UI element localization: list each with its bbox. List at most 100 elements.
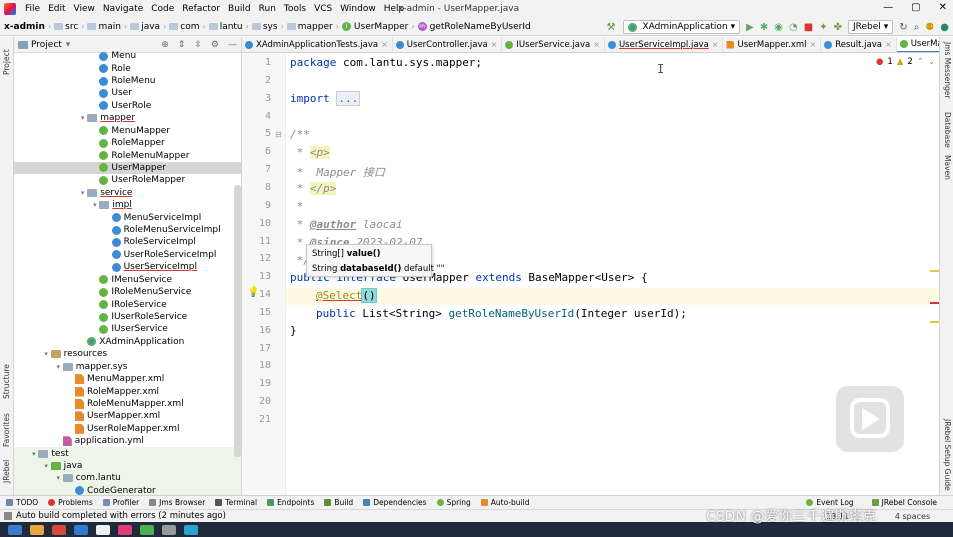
folded-imports[interactable]: ... bbox=[336, 91, 361, 106]
tree-item[interactable]: ▾ impl bbox=[14, 199, 241, 211]
project-tool-button[interactable]: Project bbox=[2, 49, 11, 75]
problems-tool-button[interactable]: Problems bbox=[48, 498, 93, 507]
terminal-tool-button[interactable]: Terminal bbox=[215, 498, 257, 507]
line-number[interactable]: 10 bbox=[241, 218, 271, 229]
jms-messenger-tool-button[interactable]: Jms Messenger bbox=[943, 42, 952, 99]
close-button[interactable]: ✕ bbox=[939, 2, 947, 13]
tree-item[interactable]: UserMapper bbox=[14, 161, 241, 175]
line-number[interactable]: 15 bbox=[241, 307, 271, 318]
editor-tab[interactable]: UserMapper.java× bbox=[896, 37, 939, 52]
video-play-overlay[interactable] bbox=[836, 386, 904, 452]
tree-item[interactable]: ▾ com.lantu bbox=[14, 472, 241, 485]
jrebel-console-tool-button[interactable]: JRebel Console bbox=[871, 498, 937, 507]
line-number[interactable]: 7 bbox=[241, 164, 271, 175]
breadcrumb-method[interactable]: getRoleNameByUserId bbox=[430, 22, 531, 32]
maven-tool-button[interactable]: Maven bbox=[943, 155, 952, 180]
close-tab-icon[interactable]: × bbox=[712, 40, 719, 49]
spring-tool-button[interactable]: Spring bbox=[436, 498, 471, 507]
structure-tool-button[interactable]: Structure bbox=[2, 364, 11, 399]
minimize-button[interactable]: — bbox=[883, 2, 893, 13]
jrebel-select[interactable]: JRebel ▾ bbox=[847, 20, 894, 34]
tree-item[interactable]: User bbox=[14, 87, 241, 99]
tree-item[interactable]: UserMapper.xml bbox=[14, 410, 241, 422]
menu-tools[interactable]: Tools bbox=[280, 4, 310, 14]
line-number[interactable]: 20 bbox=[241, 396, 271, 407]
line-number[interactable]: 13 bbox=[241, 271, 271, 282]
line-number[interactable]: 16 bbox=[241, 325, 271, 336]
tree-item[interactable]: Role bbox=[14, 62, 241, 74]
menu-run[interactable]: Run bbox=[255, 4, 280, 14]
tree-item[interactable]: UserRole bbox=[14, 100, 241, 112]
coverage-icon[interactable]: ◉ bbox=[774, 22, 783, 33]
maximize-button[interactable]: ▢ bbox=[911, 2, 920, 13]
auto-build-tool-button[interactable]: Auto-build bbox=[480, 498, 529, 507]
tree-item[interactable]: MenuMapper.xml bbox=[14, 373, 241, 385]
search-icon[interactable]: ⌕ bbox=[914, 22, 920, 33]
breadcrumb-mapper[interactable]: mapper bbox=[298, 22, 333, 32]
breadcrumb-main[interactable]: main bbox=[98, 22, 121, 32]
line-number[interactable]: 17 bbox=[241, 343, 271, 354]
menu-build[interactable]: Build bbox=[224, 4, 255, 14]
dependencies-tool-button[interactable]: Dependencies bbox=[363, 498, 427, 507]
chevron-down-icon[interactable]: ⌄ bbox=[928, 57, 935, 67]
menu-edit[interactable]: Edit bbox=[44, 4, 69, 14]
tree-item[interactable]: ▾ test bbox=[14, 447, 241, 460]
tree-item[interactable]: RoleServiceImpl bbox=[14, 236, 241, 248]
tree-item[interactable]: ▾ resources bbox=[14, 348, 241, 360]
tree-item[interactable]: ▾ mapper.sys bbox=[14, 361, 241, 373]
line-number[interactable]: 5 bbox=[241, 128, 271, 139]
menu-vcs[interactable]: VCS bbox=[310, 4, 336, 14]
jms-browser-tool-button[interactable]: Jms Browser bbox=[149, 498, 205, 507]
tree-item[interactable]: IRoleService bbox=[14, 298, 241, 310]
chevron-down-icon[interactable]: ▾ bbox=[90, 201, 99, 209]
tree-item[interactable]: MenuServiceImpl bbox=[14, 211, 241, 223]
tree-item[interactable]: MenuMapper bbox=[14, 125, 241, 137]
todo-tool-button[interactable]: TODO bbox=[6, 498, 38, 507]
tree-item[interactable]: RoleMapper.xml bbox=[14, 385, 241, 397]
tree-item[interactable]: RoleMapper bbox=[14, 137, 241, 149]
line-number[interactable]: 3 bbox=[241, 93, 271, 104]
tree-item[interactable]: UserServiceImpl bbox=[14, 261, 241, 273]
tree-item[interactable]: RoleMenuServiceImpl bbox=[14, 224, 241, 236]
tree-item[interactable]: UserRoleMapper.xml bbox=[14, 423, 241, 435]
tree-item[interactable]: IUserService bbox=[14, 323, 241, 335]
tree-item[interactable]: RoleMenuMapper bbox=[14, 149, 241, 161]
menu-view[interactable]: View bbox=[70, 4, 99, 14]
run-configuration-select[interactable]: XAdminApplication ▾ bbox=[622, 20, 741, 34]
hammer-icon[interactable]: ⚒ bbox=[607, 22, 617, 33]
tree-item[interactable]: CodeGenerator bbox=[14, 484, 241, 495]
line-number[interactable]: 18 bbox=[241, 360, 271, 371]
chat-icon[interactable] bbox=[140, 524, 154, 535]
stop-icon[interactable]: ■ bbox=[804, 22, 813, 33]
tree-item[interactable]: XAdminApplication bbox=[14, 336, 241, 348]
popup-param-databaseid[interactable]: String databaseId() default "" bbox=[312, 264, 445, 274]
editor-tab[interactable]: XAdminApplicationTests.java × bbox=[242, 37, 393, 52]
line-number[interactable]: 11 bbox=[241, 236, 271, 247]
tree-item[interactable]: RoleMenu bbox=[14, 75, 241, 87]
line-number[interactable]: 4 bbox=[241, 111, 271, 122]
line-number[interactable]: 2 bbox=[241, 75, 271, 86]
editor-tab[interactable]: UserServiceImpl.java × bbox=[605, 37, 724, 52]
jrebel-debug-icon[interactable]: ✤ bbox=[834, 22, 842, 33]
status-message[interactable]: Auto build completed with errors (2 minu… bbox=[16, 511, 226, 521]
fold-icon[interactable]: ⊟ bbox=[275, 130, 282, 139]
jrebel-setup-guide-button[interactable]: JRebel Setup Guide bbox=[943, 419, 952, 491]
app-icon[interactable] bbox=[184, 524, 198, 535]
menu-code[interactable]: Code bbox=[147, 4, 178, 14]
chevron-down-icon[interactable]: ▾ bbox=[78, 114, 87, 122]
chevron-down-icon[interactable]: ▾ bbox=[42, 350, 51, 358]
chevron-down-icon[interactable]: ▾ bbox=[54, 363, 63, 371]
database-tool-button[interactable]: Database bbox=[943, 112, 952, 148]
file-explorer-icon[interactable] bbox=[30, 524, 44, 535]
tree-item[interactable]: UserRoleServiceImpl bbox=[14, 249, 241, 261]
line-number[interactable]: 21 bbox=[241, 414, 271, 425]
vcs-update-icon[interactable]: ↻ bbox=[899, 22, 907, 33]
codewithme-icon[interactable]: ⚉ bbox=[925, 22, 934, 33]
jrebel-run-icon[interactable]: ✦ bbox=[819, 22, 827, 33]
tree-item[interactable]: IUserRoleService bbox=[14, 311, 241, 323]
build-tool-button[interactable]: Build bbox=[324, 498, 353, 507]
tree-item[interactable]: application.yml bbox=[14, 435, 241, 447]
collapse-all-icon[interactable]: ⇕ bbox=[178, 40, 186, 50]
tree-item[interactable]: ▾ mapper bbox=[14, 112, 241, 124]
status-toggle-icon[interactable] bbox=[4, 512, 12, 520]
